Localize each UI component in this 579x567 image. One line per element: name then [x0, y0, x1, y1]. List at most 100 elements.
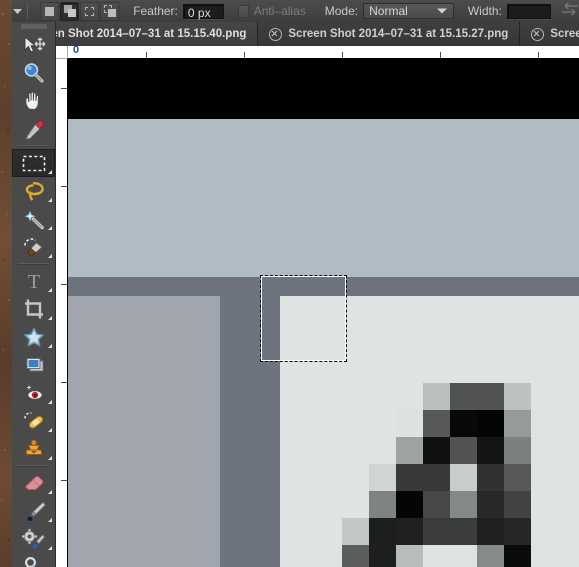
pixel-cell: [396, 491, 423, 518]
desktop-background: [0, 0, 12, 567]
tool-hand-tool[interactable]: [12, 87, 55, 115]
tool-flyout-indicator[interactable]: [48, 170, 52, 174]
close-icon[interactable]: [531, 27, 545, 41]
rectangular-marquee-selection[interactable]: [260, 275, 347, 362]
feather-input[interactable]: 0 px: [182, 3, 224, 20]
pixel-cell: [450, 491, 477, 518]
anti-alias-label: Anti–alias: [253, 4, 306, 18]
tool-type-tool[interactable]: T: [12, 267, 55, 295]
document-tab-bar: een Shot 2014–07–31 at 15.15.40.png Scre…: [12, 22, 579, 47]
width-label: Width:: [467, 4, 502, 18]
tool-zoom-tool[interactable]: [12, 59, 55, 87]
tool-flyout-indicator[interactable]: [48, 198, 52, 202]
pixel-cell: [504, 518, 531, 545]
pixel-cell: [504, 437, 531, 464]
pixel-cell: [450, 410, 477, 437]
tool-quick-selection-tool[interactable]: [12, 233, 55, 261]
pixel-cell: [423, 410, 450, 437]
tool-flyout-indicator[interactable]: [48, 490, 52, 494]
tool-flyout-indicator[interactable]: [48, 316, 52, 320]
magnifier-icon: [24, 63, 44, 83]
tool-red-eye-tool[interactable]: [12, 379, 55, 407]
pixel-cell: [342, 518, 369, 545]
image-canvas[interactable]: [67, 58, 579, 567]
anti-alias-checkbox[interactable]: [237, 4, 249, 18]
swap-width-height-icon[interactable]: [561, 2, 579, 21]
eyedropper-icon: [25, 120, 44, 140]
bandage-icon: [23, 412, 43, 429]
pixel-cell: [396, 518, 423, 545]
stamp-icon: [25, 439, 42, 455]
pixel-cell: [477, 464, 504, 491]
paintbrush-icon: [26, 501, 46, 522]
add-to-selection-button[interactable]: [60, 1, 80, 21]
horizontal-ruler[interactable]: 0: [67, 46, 579, 59]
tool-rectangular-marquee-tool[interactable]: [12, 149, 55, 177]
tools-palette: T: [12, 22, 56, 567]
frames-icon: [26, 358, 43, 372]
tool-move-tool[interactable]: [12, 31, 55, 59]
pixel-cell: [396, 464, 423, 491]
pixel-cell: [477, 545, 504, 567]
dodge-icon: [24, 557, 36, 567]
tool-flyout-indicator[interactable]: [48, 254, 52, 258]
tool-preset-picker[interactable]: [12, 0, 23, 22]
document-tab-3[interactable]: Screen Shot: [520, 22, 579, 46]
red-eye-icon: [26, 385, 43, 400]
tool-lasso-tool[interactable]: [12, 177, 55, 205]
tool-flyout-indicator[interactable]: [48, 400, 52, 404]
tool-eraser-tool[interactable]: [12, 469, 55, 497]
pixel-cell: [504, 383, 531, 410]
tool-flyout-indicator[interactable]: [48, 428, 52, 432]
tool-flyout-indicator[interactable]: [48, 546, 52, 550]
tool-clone-stamp-tool[interactable]: [12, 435, 55, 463]
selection-mode-group: [40, 1, 120, 21]
pixel-cell: [396, 545, 423, 567]
mode-select[interactable]: Normal: [363, 3, 454, 19]
toolbox-divider: [18, 465, 49, 467]
intersect-with-selection-icon: [103, 5, 116, 17]
width-input[interactable]: [506, 3, 551, 19]
tool-dodge-tool[interactable]: [12, 553, 55, 567]
toolbox-divider: [18, 263, 49, 265]
pixel-cell: [369, 518, 396, 545]
pixel-cell: [396, 410, 423, 437]
document-tab-2[interactable]: Screen Shot 2014–07–31 at 15.15.27.png: [258, 22, 521, 46]
hand-icon: [24, 91, 39, 111]
pixel-cell: [342, 545, 369, 567]
document-tab-1[interactable]: een Shot 2014–07–31 at 15.15.40.png: [34, 22, 259, 46]
pixel-cell: [504, 545, 531, 567]
tool-flyout-indicator[interactable]: [48, 288, 52, 292]
pixel-cell: [423, 491, 450, 518]
tool-flyout-indicator[interactable]: [48, 456, 52, 460]
tool-healing-brush-tool[interactable]: [12, 407, 55, 435]
tool-flyout-indicator[interactable]: [48, 518, 52, 522]
ruler-corner: [55, 46, 68, 59]
tool-brush-tool[interactable]: [12, 497, 55, 525]
tool-shape-tool[interactable]: [12, 323, 55, 351]
tool-magic-wand-tool[interactable]: [12, 205, 55, 233]
pixel-cell: [504, 464, 531, 491]
toolbox-gripper[interactable]: [12, 22, 55, 31]
document-tab-label: een Shot 2014–07–31 at 15.15.40.png: [45, 28, 247, 40]
toolbox-divider: [18, 145, 49, 147]
close-icon[interactable]: [269, 27, 283, 41]
new-selection-button[interactable]: [40, 1, 60, 21]
intersect-with-selection-button[interactable]: [100, 1, 120, 21]
tool-eyedropper-tool[interactable]: [12, 115, 55, 143]
tool-flyout-indicator[interactable]: [48, 226, 52, 230]
tool-flyout-indicator[interactable]: [48, 344, 52, 348]
add-to-selection-icon: [63, 5, 76, 17]
vertical-ruler[interactable]: [55, 58, 68, 567]
pixel-cell: [450, 518, 477, 545]
eraser-icon: [24, 475, 43, 491]
pixel-cell: [477, 491, 504, 518]
tool-crop-tool[interactable]: [12, 295, 55, 323]
pixel-cell: [423, 383, 450, 410]
chevron-down-icon: [13, 8, 23, 14]
tool-blur-sharpen-tool[interactable]: [12, 525, 55, 553]
ruler-origin-label: 0: [73, 46, 80, 56]
subtract-from-selection-button[interactable]: [80, 1, 100, 21]
crop-icon: [24, 299, 43, 319]
tool-slice-tool[interactable]: [12, 351, 55, 379]
